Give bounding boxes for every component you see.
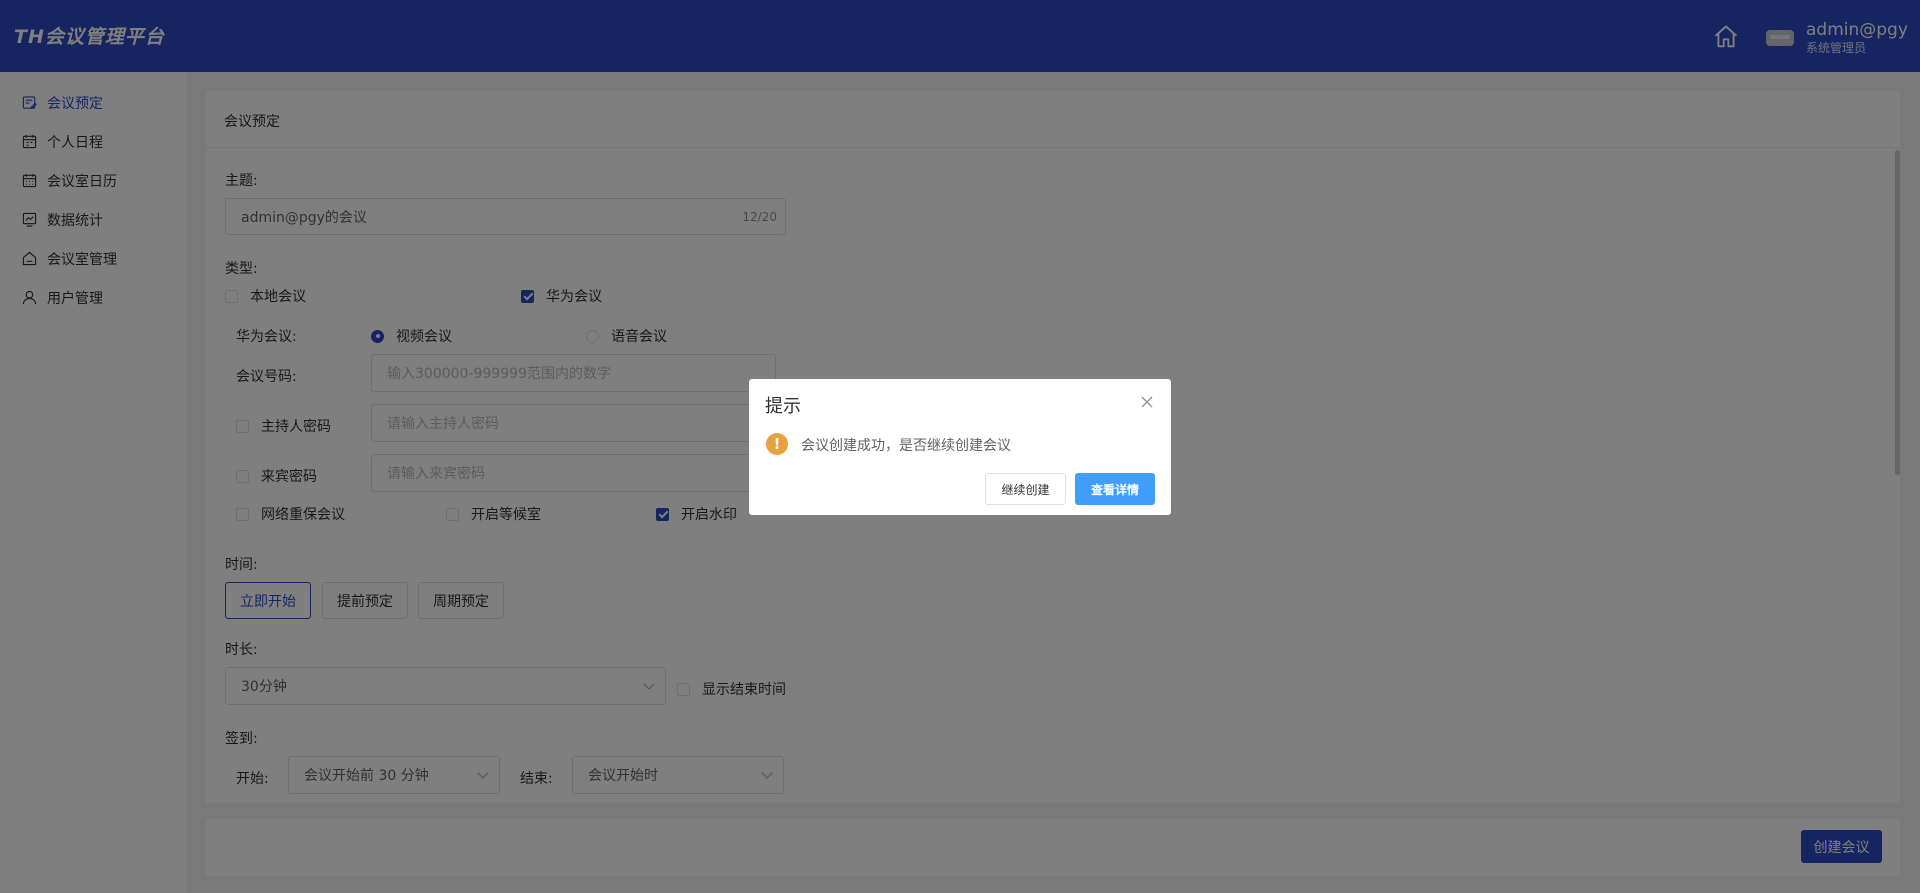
close-icon[interactable] <box>1140 395 1154 409</box>
confirm-dialog: 提示 ! 会议创建成功，是否继续创建会议 继续创建 查看详情 <box>749 379 1171 515</box>
continue-create-button[interactable]: 继续创建 <box>985 473 1066 505</box>
warning-icon: ! <box>766 433 788 455</box>
dialog-title: 提示 <box>765 396 801 417</box>
dialog-message: 会议创建成功，是否继续创建会议 <box>801 438 1011 454</box>
view-details-button[interactable]: 查看详情 <box>1075 473 1155 505</box>
